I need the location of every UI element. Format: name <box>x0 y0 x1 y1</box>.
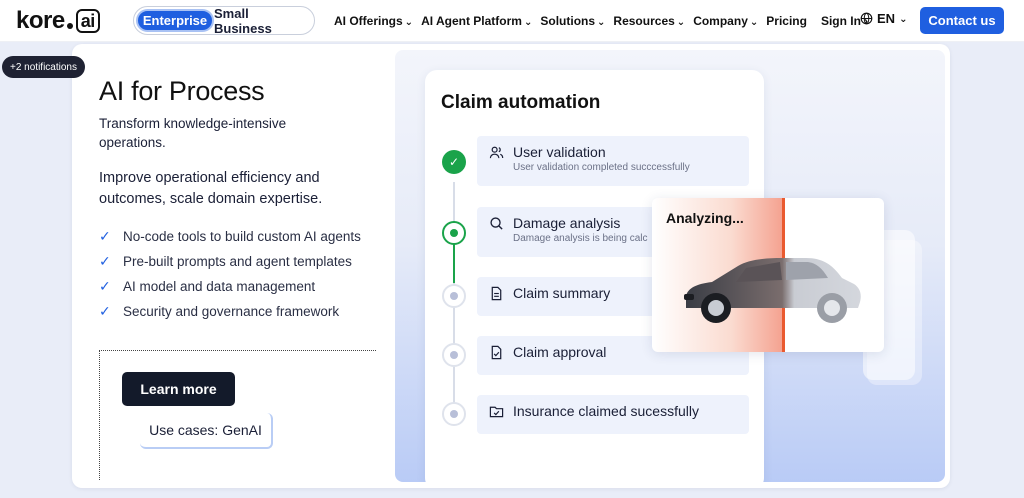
nav-resources[interactable]: Resources ⌄ <box>613 14 685 28</box>
step-pending-icon <box>442 343 466 367</box>
step-label: Claim approval <box>513 344 607 360</box>
car-icon <box>684 258 861 323</box>
nav-item-label: Resources <box>613 14 675 28</box>
logo-dot <box>66 23 73 29</box>
language-selector[interactable]: EN ⌄ <box>860 11 907 26</box>
chevron-down-icon: ⌄ <box>676 16 686 28</box>
hero-card: AI for Process Transform knowledge-inten… <box>72 44 950 488</box>
step-insurance-claimed: Insurance claimed sucessfully <box>477 395 749 434</box>
nav-company[interactable]: Company ⌄ <box>693 14 758 28</box>
hero-subtitle: Transform knowledge-intensive operations… <box>99 116 287 150</box>
feature-list: ✓ No-code tools to build custom AI agent… <box>99 227 389 321</box>
claim-automation-visual: Claim automation ✓ User validation User … <box>395 50 945 482</box>
segment-enterprise[interactable]: Enterprise <box>136 9 214 32</box>
step-label: User validation <box>513 144 606 160</box>
logo-ai-box: ai <box>75 9 100 33</box>
notifications-badge[interactable]: +2 notifications <box>2 56 85 78</box>
analyzing-card: Analyzing... <box>652 198 884 352</box>
document-icon <box>491 286 502 300</box>
nav-solutions[interactable]: Solutions ⌄ <box>540 14 605 28</box>
chevron-down-icon: ⌄ <box>899 14 908 25</box>
feature-item: ✓ Security and governance framework <box>99 302 389 321</box>
nav-ai-agent-platform[interactable]: AI Agent Platform ⌄ <box>421 14 532 28</box>
step-label: Insurance claimed sucessfully <box>513 403 699 419</box>
feature-label: No-code tools to build custom AI agents <box>123 229 361 244</box>
logo-text: kore <box>16 7 65 34</box>
nav-item-label: Solutions <box>540 14 596 28</box>
chevron-down-icon: ⌄ <box>523 16 533 28</box>
step-status-text: User validation completed succcessfully <box>513 162 690 173</box>
feature-label: Security and governance framework <box>123 304 340 319</box>
nav-item-label: AI Offerings <box>334 14 403 28</box>
checkmark-icon: ✓ <box>99 303 111 319</box>
document-check-icon <box>491 345 502 359</box>
kore-ai-logo[interactable]: kore ai <box>16 7 100 35</box>
step-done-icon: ✓ <box>442 150 466 174</box>
step-pending-icon <box>442 284 466 308</box>
search-icon <box>490 216 503 230</box>
nav-item-label: Sign In <box>820 14 861 28</box>
step-active-icon <box>442 221 466 245</box>
page-title: AI for Process <box>99 76 265 106</box>
checkmark-icon: ✓ <box>99 253 111 269</box>
use-cases-button[interactable]: Use cases: GenAI <box>140 413 273 449</box>
feature-item: ✓ No-code tools to build custom AI agent… <box>99 227 389 246</box>
nav-item-label: Company <box>693 14 748 28</box>
flow-title: Claim automation <box>441 92 601 113</box>
chevron-down-icon: ⌄ <box>597 16 606 28</box>
step-label: Damage analysis <box>513 215 621 231</box>
step-pending-icon <box>442 402 466 426</box>
nav-ai-offerings[interactable]: AI Offerings ⌄ <box>334 14 413 28</box>
contact-us-button[interactable]: Contact us <box>920 7 1004 34</box>
chevron-down-icon: ⌄ <box>749 16 759 28</box>
users-icon <box>489 146 504 158</box>
nav-pricing[interactable]: Pricing <box>766 14 807 28</box>
learn-more-button[interactable]: Learn more <box>122 372 235 406</box>
feature-label: Pre-built prompts and agent templates <box>123 254 352 269</box>
nav-item-label: AI Agent Platform <box>421 14 522 28</box>
top-navigation: kore ai Enterprise Small Business AI Off… <box>0 0 1024 42</box>
hero-text-column: AI for Process Transform knowledge-inten… <box>99 76 389 327</box>
language-label: EN <box>877 11 896 26</box>
audience-segment-toggle: Enterprise Small Business <box>133 6 315 36</box>
folder-check-icon <box>489 406 504 417</box>
step-user-validation: User validation User validation complete… <box>477 136 749 186</box>
analyzing-label: Analyzing... <box>666 210 744 226</box>
checkmark-icon: ✓ <box>99 228 111 244</box>
cta-area: Learn more Use cases: GenAI <box>99 350 376 480</box>
feature-label: AI model and data management <box>123 279 316 294</box>
globe-icon <box>860 12 873 25</box>
feature-item: ✓ Pre-built prompts and agent templates <box>99 252 389 271</box>
feature-item: ✓ AI model and data management <box>99 277 389 296</box>
step-label: Claim summary <box>513 285 611 301</box>
nav-item-label: Pricing <box>766 14 807 28</box>
checkmark-icon: ✓ <box>99 278 111 294</box>
main-menu: AI Offerings ⌄ AI Agent Platform ⌄ Solut… <box>334 0 876 42</box>
hero-description: Improve operational efficiency and outco… <box>99 170 323 207</box>
segment-small-business[interactable]: Small Business <box>214 6 308 36</box>
chevron-down-icon: ⌄ <box>404 16 414 28</box>
